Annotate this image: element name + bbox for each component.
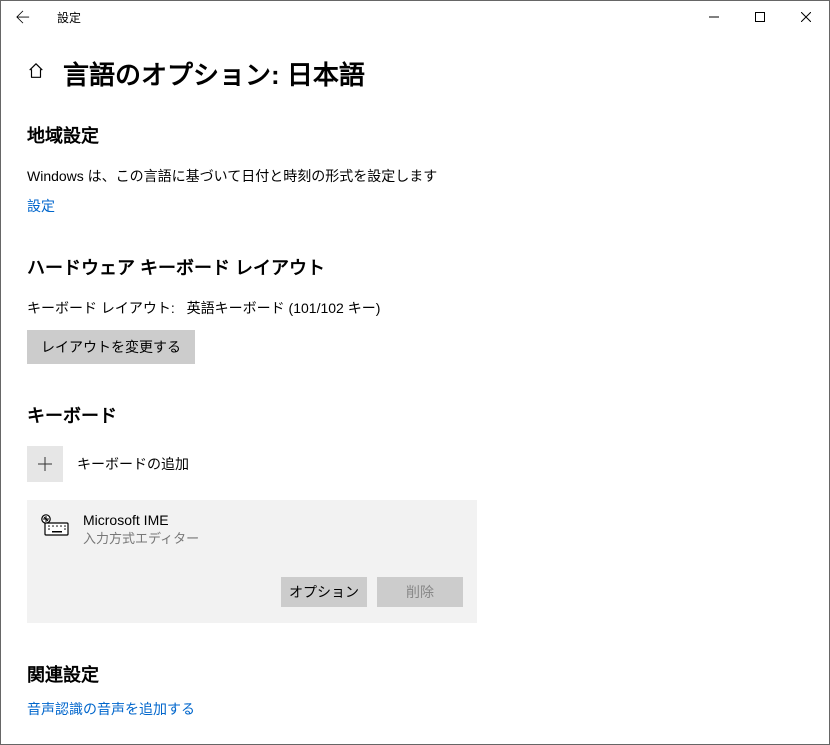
maximize-button[interactable]: [737, 1, 783, 33]
page-title: 言語のオプション: 日本語: [63, 55, 365, 92]
change-layout-button[interactable]: レイアウトを変更する: [27, 330, 195, 364]
hardware-keyboard-heading: ハードウェア キーボード レイアウト: [27, 254, 803, 280]
back-button[interactable]: [1, 1, 45, 33]
keyboard-icon: [41, 514, 69, 541]
window-controls: [691, 1, 829, 33]
keyboard-layout-row: キーボード レイアウト: 英語キーボード (101/102 キー): [27, 298, 803, 318]
home-button[interactable]: [27, 62, 45, 85]
add-speech-voice-link[interactable]: 音声認識の音声を追加する: [27, 699, 195, 719]
content-area: 言語のオプション: 日本語 地域設定 Windows は、この言語に基づいて日付…: [1, 33, 829, 719]
region-heading: 地域設定: [27, 122, 803, 148]
ime-options-button[interactable]: オプション: [281, 577, 367, 607]
ime-delete-button: 削除: [377, 577, 463, 607]
keyboards-section: キーボード キーボードの追加: [27, 402, 803, 623]
ime-buttons: オプション 削除: [41, 577, 463, 607]
arrow-left-icon: [16, 10, 30, 24]
ime-item[interactable]: Microsoft IME 入力方式エディター オプション 削除: [27, 500, 477, 623]
ime-name: Microsoft IME: [83, 512, 199, 528]
region-settings-link[interactable]: 設定: [27, 196, 55, 216]
ime-item-header: Microsoft IME 入力方式エディター: [41, 512, 463, 547]
ime-subtitle: 入力方式エディター: [83, 528, 199, 547]
hardware-keyboard-section: ハードウェア キーボード レイアウト キーボード レイアウト: 英語キーボード …: [27, 254, 803, 364]
plus-icon: [37, 456, 53, 472]
region-description: Windows は、この言語に基づいて日付と時刻の形式を設定します: [27, 166, 803, 186]
add-keyboard-button[interactable]: キーボードの追加: [27, 446, 803, 482]
window-title: 設定: [57, 9, 81, 26]
maximize-icon: [755, 12, 765, 22]
titlebar: 設定: [1, 1, 829, 33]
related-heading: 関連設定: [27, 661, 803, 687]
close-button[interactable]: [783, 1, 829, 33]
related-settings-section: 関連設定 音声認識の音声を追加する: [27, 661, 803, 719]
minimize-button[interactable]: [691, 1, 737, 33]
close-icon: [801, 12, 811, 22]
keyboard-layout-label: キーボード レイアウト:: [27, 300, 175, 316]
home-icon: [27, 62, 45, 80]
page-header: 言語のオプション: 日本語: [27, 55, 803, 92]
minimize-icon: [709, 12, 719, 22]
add-keyboard-label: キーボードの追加: [77, 454, 189, 474]
keyboards-heading: キーボード: [27, 402, 803, 428]
region-section: 地域設定 Windows は、この言語に基づいて日付と時刻の形式を設定します 設…: [27, 122, 803, 216]
add-keyboard-icon-box: [27, 446, 63, 482]
keyboard-layout-value: 英語キーボード (101/102 キー): [187, 300, 381, 316]
ime-text: Microsoft IME 入力方式エディター: [83, 512, 199, 547]
